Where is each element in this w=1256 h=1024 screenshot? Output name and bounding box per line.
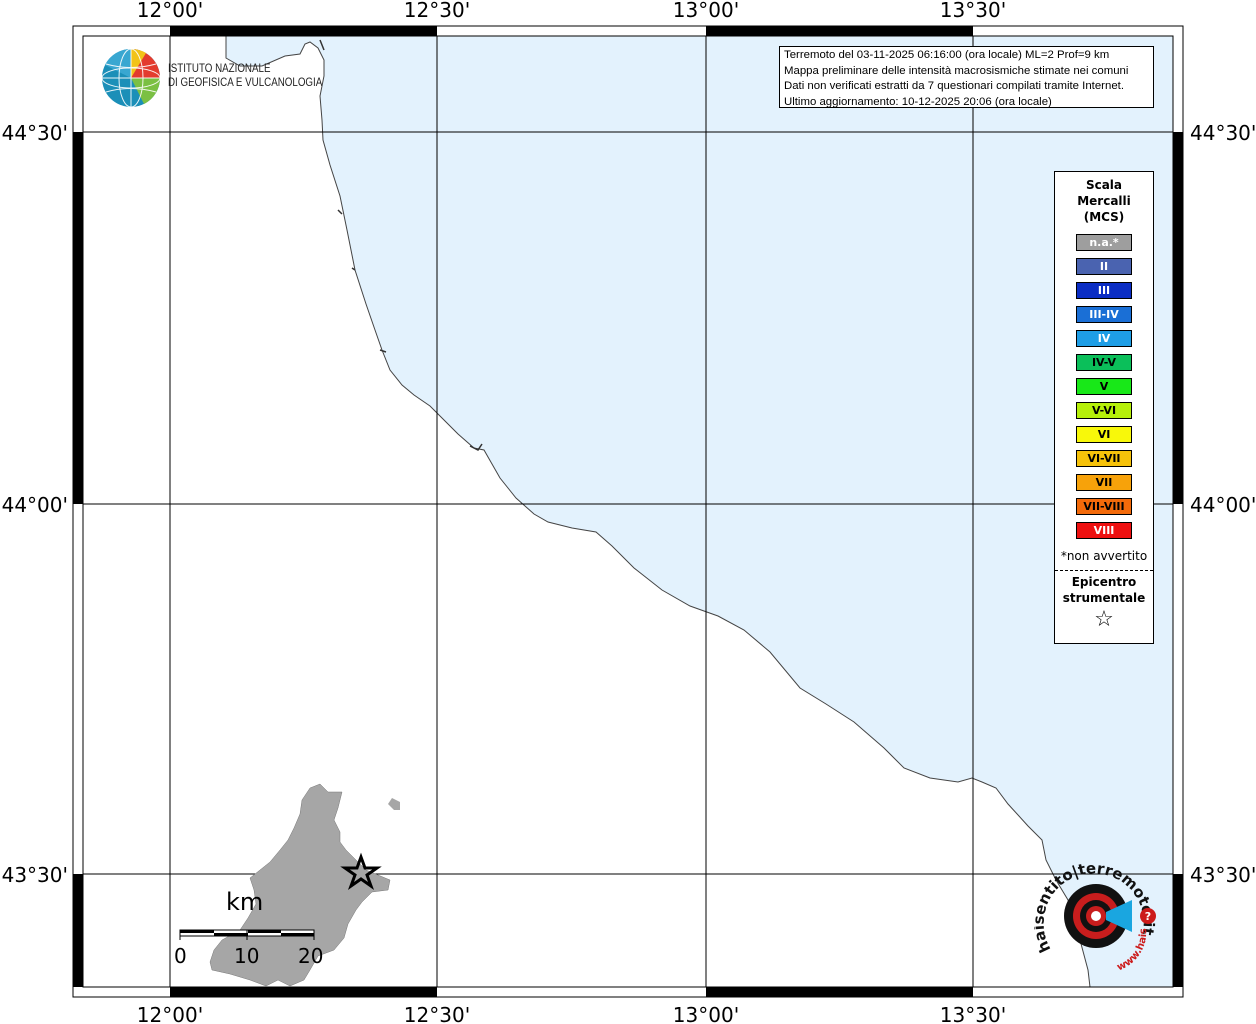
lon-label: 13°00' [673,1003,739,1024]
legend-level-9: VI-VII [1076,450,1132,467]
legend-level-8: VI [1076,426,1132,443]
lon-labels-bottom: 12°00' 12°30' 13°00' 13°30' [137,1003,1006,1024]
lat-label: 44°30' [2,121,68,145]
ingv-line1: ISTITUTO NAZIONALE [168,63,271,75]
lon-label: 12°00' [137,0,203,22]
legend-level-0: n.a.* [1076,234,1132,251]
scale-tick: 10 [234,944,260,968]
lon-label: 13°30' [940,0,1006,22]
lon-label: 13°00' [673,0,739,22]
legend-level-1: II [1076,258,1132,275]
legend-level-10: VII [1076,474,1132,491]
lat-labels-left: 44°30' 44°00' 43°30' [2,121,68,887]
legend-title-line: Mercalli [1077,194,1131,208]
legend-title-line: Scala [1085,178,1123,192]
scale-tick: 0 [174,944,187,968]
lat-labels-right: 44°30' 44°00' 43°30' [1190,121,1256,887]
legend-title-line: (MCS) [1083,210,1125,224]
earthquake-info-box: Terremoto del 03-11-2025 06:16:00 (ora l… [779,46,1154,108]
svg-text:?: ? [1145,910,1151,923]
epicenter-line: Epicentro [1071,575,1137,589]
lon-label: 12°30' [404,0,470,22]
legend-title: Scala Mercalli (MCS) [1055,177,1153,225]
legend-level-6: V [1076,378,1132,395]
legend-epicenter-title: Epicentro strumentale [1055,574,1153,606]
scale-unit: km [226,888,264,916]
ingv-line2: DI GEOFISICA E VULCANOLOGIA [168,77,323,89]
legend-na-note: *non avvertito [1060,549,1148,563]
legend-divider [1055,570,1153,571]
info-line: Mappa preliminare delle intensità macros… [784,64,1129,77]
lat-label: 43°30' [2,863,68,887]
info-line: Dati non verificati estratti da 7 questi… [784,80,1124,92]
legend-items: n.a.* II III III-IV IV IV-V V V-VI VI VI-VII VII VI… [1055,234,1153,539]
legend-level-11: VII-VIII [1076,498,1132,515]
lat-label: 44°00' [1190,493,1256,517]
legend-level-12: VIII [1076,522,1132,539]
haisentito-logo-icon: haisentito|terremoto.it www.haisentito.i… [1034,856,1158,973]
lat-label: 43°30' [1190,863,1256,887]
legend-level-4: IV [1076,330,1132,347]
lon-labels-top: 12°00' 12°30' 13°00' 13°30' [137,0,1006,22]
legend-level-7: V-VI [1076,402,1132,419]
lat-label: 44°00' [2,493,68,517]
epicenter-line: strumentale [1062,591,1146,605]
info-line: Terremoto del 03-11-2025 06:16:00 (ora l… [784,49,1110,61]
ingv-globe-icon [101,48,161,108]
info-line: Ultimo aggiornamento: 10-12-2025 20:06 (… [784,95,1052,108]
legend-level-5: IV-V [1076,354,1132,371]
lon-label: 13°30' [940,1003,1006,1024]
lat-label: 44°30' [1190,121,1256,145]
island-icon [388,798,400,810]
ingv-name: ISTITUTO NAZIONALE DI GEOFISICA E VULCAN… [168,62,322,90]
legend-level-2: III [1076,282,1132,299]
legend-level-3: III-IV [1076,306,1132,323]
epicenter-star-icon: ☆ [1094,607,1114,632]
lon-label: 12°30' [404,1003,470,1024]
mcs-legend: Scala Mercalli (MCS) n.a.* II III III-IV IV I… [1054,171,1154,644]
lon-label: 12°00' [137,1003,203,1024]
scale-tick: 20 [298,944,324,968]
inset-locator-map [179,783,400,987]
